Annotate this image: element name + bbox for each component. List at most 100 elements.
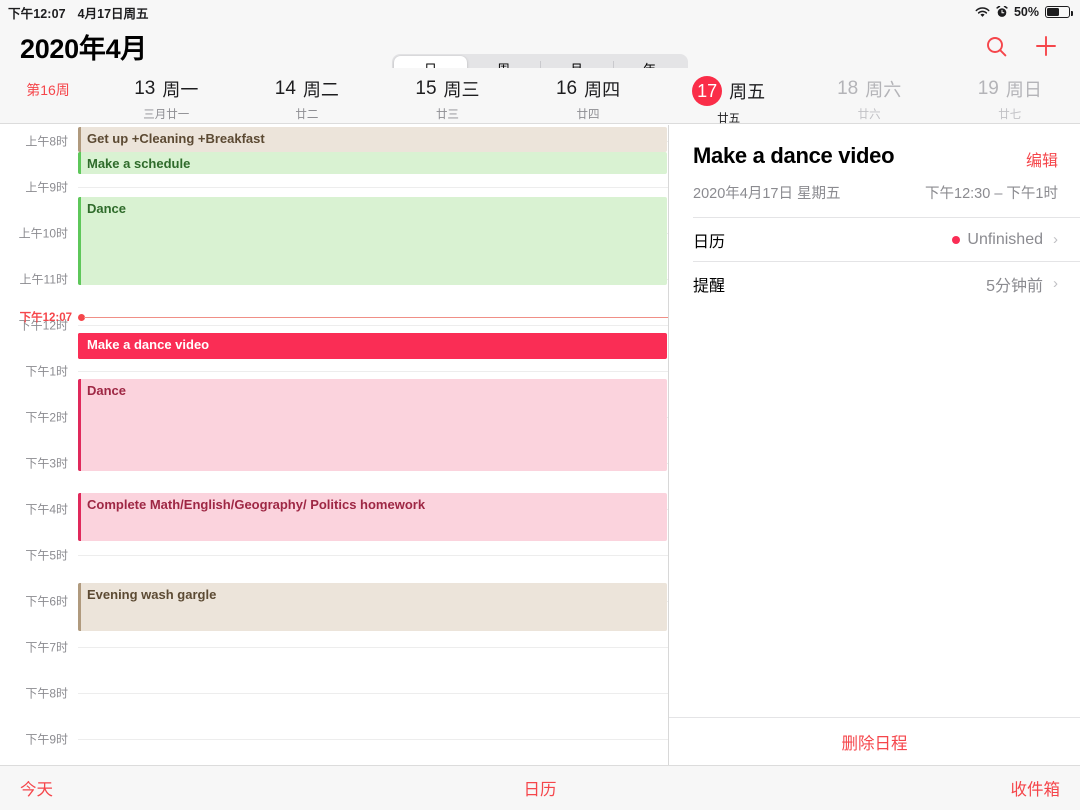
event-when: 2020年4月17日 星期五 下午12:30 – 下午1时 xyxy=(669,171,1080,217)
hour-label: 下午4时 xyxy=(25,502,68,517)
event-detail-header: Make a dance video 编辑 xyxy=(669,125,1080,171)
day-weekday: 周日 xyxy=(1005,80,1042,100)
detail-row-alert[interactable]: 提醒 5分钟前 › xyxy=(693,261,1080,305)
event-color-bar xyxy=(78,379,81,471)
main-content: 上午8时 上午9时 上午10时 上午11时 下午12时 下午1时 下午2时 下午3时 下午4时下… xyxy=(0,125,1080,765)
detail-row-calendar[interactable]: 日历 Unfinished › xyxy=(693,217,1080,261)
hour-gridline xyxy=(78,693,668,694)
delete-event-button[interactable]: 删除日程 xyxy=(669,717,1080,765)
status-bar-left: 下午12:07 4月17日周五 xyxy=(0,3,149,22)
day-header-13[interactable]: 13 周一 三月廿一 xyxy=(96,68,237,126)
day-header-16[interactable]: 16 周四 廿四 xyxy=(518,68,659,126)
day-lunar: 廿六 xyxy=(857,109,881,121)
hour-label: 下午8时 xyxy=(25,686,68,701)
hour-row: 下午9时 xyxy=(0,733,668,747)
day-number: 13 xyxy=(134,78,156,99)
hour-gridline xyxy=(78,371,668,372)
day-weekday: 周六 xyxy=(865,80,902,100)
hour-row: 下午1时 xyxy=(0,365,668,379)
hour-label: 上午8时 xyxy=(25,134,68,149)
day-weekday: 周五 xyxy=(729,82,766,102)
hour-label: 下午1时 xyxy=(25,364,68,379)
detail-row-label: 日历 xyxy=(693,233,726,251)
day-weekday: 周二 xyxy=(302,80,339,100)
hour-row: 下午8时 xyxy=(0,687,668,701)
event-block[interactable]: Complete Math/English/Geography/ Politic… xyxy=(78,493,667,541)
chevron-right-icon: › xyxy=(1053,231,1058,248)
event-color-bar xyxy=(78,493,81,541)
day-number: 16 xyxy=(555,78,578,99)
event-block[interactable]: Get up +Cleaning +Breakfast xyxy=(78,127,667,152)
event-block[interactable]: Evening wash gargle xyxy=(78,583,667,631)
hour-label: 上午11时 xyxy=(19,272,68,287)
day-headers: 13 周一 三月廿一 14 周二 廿二 15 周三 廿三 16 周四 廿四 17 周五 廿… xyxy=(96,68,1080,126)
calendars-button[interactable]: 日历 xyxy=(0,776,1080,800)
status-bar-right: 50% xyxy=(975,5,1080,19)
nav-bar: 2020年4月 日 周 月 年 xyxy=(0,24,1080,83)
event-color-bar xyxy=(78,197,81,285)
hour-label: 下午7时 xyxy=(25,640,68,655)
hour-label: 上午9时 xyxy=(25,180,68,195)
search-icon[interactable] xyxy=(985,35,1008,58)
event-block-title: Dance xyxy=(87,201,127,216)
hour-gridline xyxy=(78,739,668,740)
event-color-bar xyxy=(78,333,81,359)
hour-label: 下午2时 xyxy=(25,410,68,425)
day-header-19[interactable]: 19 周日 廿七 xyxy=(939,68,1080,126)
day-number: 19 xyxy=(977,78,999,99)
event-block-title: Complete Math/English/Geography/ Politic… xyxy=(87,497,426,512)
event-block-title: Dance xyxy=(87,383,127,398)
plus-icon[interactable] xyxy=(1034,34,1058,58)
calendar-name: Unfinished xyxy=(967,230,1043,248)
status-time: 下午12:07 xyxy=(8,6,66,21)
hour-gridline xyxy=(78,555,668,556)
hour-gridline xyxy=(78,647,668,648)
status-bar: 下午12:07 4月17日周五 50% xyxy=(0,0,1080,24)
day-header-17-selected[interactable]: 17 周五 廿五 xyxy=(658,68,799,126)
event-block-selected[interactable]: Make a dance video xyxy=(78,333,667,359)
hour-label: 下午9时 xyxy=(25,732,68,747)
battery-icon xyxy=(1045,6,1073,18)
event-color-bar xyxy=(78,127,81,152)
event-color-bar xyxy=(78,583,81,631)
current-time-line xyxy=(84,317,668,319)
day-lunar: 三月廿一 xyxy=(143,109,190,121)
hour-gridline xyxy=(78,187,668,188)
page-title: 2020年4月 xyxy=(20,33,147,64)
nav-actions xyxy=(985,34,1080,58)
event-block[interactable]: Make a schedule xyxy=(78,152,667,174)
event-time-range: 下午12:30 – 下午1时 xyxy=(925,186,1058,202)
event-block-title: Make a schedule xyxy=(87,156,191,171)
detail-row-value-wrap: 5分钟前 › xyxy=(986,272,1058,296)
event-block-title: Get up +Cleaning +Breakfast xyxy=(87,131,265,146)
day-timeline-grid[interactable]: 上午8时 上午9时 上午10时 上午11时 下午12时 下午1时 下午2时 下午3时 下午4时下… xyxy=(0,125,668,765)
day-header-15[interactable]: 15 周三 廿三 xyxy=(377,68,518,126)
event-block[interactable]: Dance xyxy=(78,379,667,471)
battery-percent: 50% xyxy=(1013,5,1039,19)
day-header-14[interactable]: 14 周二 廿二 xyxy=(237,68,378,126)
hour-label: 下午3时 xyxy=(25,456,68,471)
week-strip: 第16周 13 周一 三月廿一 14 周二 廿二 15 周三 廿三 16 周四 廿四 1… xyxy=(0,68,1080,126)
day-lunar: 廿七 xyxy=(998,109,1022,121)
day-weekday: 周一 xyxy=(162,80,199,100)
day-weekday: 周四 xyxy=(584,80,621,100)
detail-row-label: 提醒 xyxy=(693,277,726,295)
hour-label: 上午10时 xyxy=(18,226,68,241)
hour-row: 下午5时 xyxy=(0,549,668,563)
day-lunar: 廿二 xyxy=(295,109,319,121)
hour-row: 上午9时 xyxy=(0,181,668,195)
day-lunar: 廿三 xyxy=(435,109,459,121)
calendar-app: 下午12:07 4月17日周五 50% 2020年4月 第16周 13 周一 三… xyxy=(0,0,1080,810)
alarm-icon xyxy=(996,5,1008,18)
current-time-label: 下午12:07 xyxy=(19,312,72,324)
event-block-title: Evening wash gargle xyxy=(87,587,217,602)
hour-label: 下午5时 xyxy=(25,548,68,563)
day-number: 17 xyxy=(692,76,723,106)
event-block-title: Make a dance video xyxy=(87,337,210,352)
day-header-18[interactable]: 18 周六 廿六 xyxy=(799,68,940,126)
day-number: 14 xyxy=(274,78,296,99)
day-number: 15 xyxy=(415,78,437,99)
edit-button[interactable]: 编辑 xyxy=(1026,143,1058,171)
event-detail-panel: Make a dance video 编辑 2020年4月17日 星期五 下午1… xyxy=(669,125,1080,765)
event-block[interactable]: Dance xyxy=(78,197,667,285)
